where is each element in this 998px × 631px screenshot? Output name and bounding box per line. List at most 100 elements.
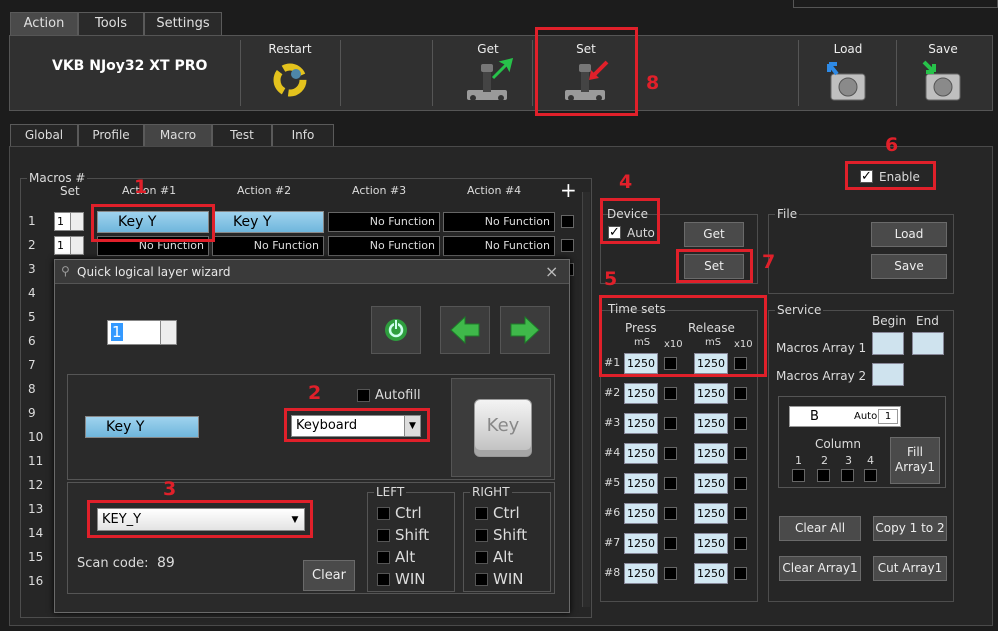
row-number: 6 bbox=[28, 334, 36, 348]
scan-code-label: Scan code: bbox=[77, 556, 149, 571]
right-shift-checkbox[interactable] bbox=[475, 529, 488, 542]
timeset-press-x10-checkbox[interactable] bbox=[664, 567, 677, 580]
timeset-release-input[interactable]: 1250 bbox=[694, 413, 728, 434]
row-number: 8 bbox=[28, 382, 36, 396]
row2-action2-cell[interactable]: No Function bbox=[212, 236, 324, 256]
array2-begin-input[interactable] bbox=[872, 363, 904, 386]
timeset-press-input[interactable]: 1250 bbox=[624, 383, 658, 404]
wizard-clear-button[interactable]: Clear bbox=[303, 560, 355, 591]
timeset-release-x10-checkbox[interactable] bbox=[734, 537, 747, 550]
array1-begin-input[interactable] bbox=[872, 332, 904, 355]
left-win-checkbox[interactable] bbox=[377, 573, 390, 586]
get-button[interactable]: Get bbox=[440, 36, 536, 112]
timeset-release-x10-checkbox[interactable] bbox=[734, 417, 747, 430]
row1-checkbox[interactable] bbox=[561, 215, 574, 228]
copy-1-to-2-button[interactable]: Copy 1 to 2 bbox=[873, 516, 947, 541]
macros-array1-label: Macros Array 1 bbox=[776, 341, 867, 355]
timeset-release-input[interactable]: 1250 bbox=[694, 563, 728, 584]
subtab-global[interactable]: Global bbox=[10, 124, 78, 146]
row2-checkbox[interactable] bbox=[561, 239, 574, 252]
macros-group-title: Macros # bbox=[27, 171, 88, 185]
col-action4-header: Action #4 bbox=[467, 184, 522, 197]
timeset-release-x10-checkbox[interactable] bbox=[734, 447, 747, 460]
timeset-press-x10-checkbox[interactable] bbox=[664, 507, 677, 520]
timeset-press-input[interactable]: 1250 bbox=[624, 443, 658, 464]
column-4-checkbox[interactable] bbox=[864, 469, 877, 482]
row2-action3-cell[interactable]: No Function bbox=[328, 236, 440, 256]
tab-action[interactable]: Action bbox=[10, 12, 78, 36]
timeset-press-x10-checkbox[interactable] bbox=[664, 447, 677, 460]
timeset-press-input[interactable]: 1250 bbox=[624, 473, 658, 494]
load-button[interactable]: Load bbox=[804, 36, 892, 112]
row2-set-spinner[interactable]: 1 bbox=[54, 236, 84, 255]
tab-settings[interactable]: Settings bbox=[144, 12, 222, 36]
timeset-press-x10-checkbox[interactable] bbox=[664, 417, 677, 430]
wizard-next-button[interactable] bbox=[500, 306, 550, 354]
autofill-checkbox[interactable] bbox=[357, 389, 370, 402]
timeset-press-input[interactable]: 1250 bbox=[624, 563, 658, 584]
arrow-left-icon bbox=[450, 315, 480, 345]
clear-array1-button[interactable]: Clear Array1 bbox=[779, 556, 861, 581]
tab-tools[interactable]: Tools bbox=[78, 12, 144, 36]
row-number: 16 bbox=[28, 574, 44, 588]
timeset-release-input[interactable]: 1250 bbox=[694, 443, 728, 464]
fill-auto-num[interactable]: 1 bbox=[878, 409, 898, 424]
timeset-release-x10-checkbox[interactable] bbox=[734, 507, 747, 520]
row1-action4-cell[interactable]: No Function bbox=[443, 212, 555, 232]
timeset-release-x10-checkbox[interactable] bbox=[734, 477, 747, 490]
left-alt-checkbox[interactable] bbox=[377, 551, 390, 564]
row2-action4-cell[interactable]: No Function bbox=[443, 236, 555, 256]
right-win-checkbox[interactable] bbox=[475, 573, 488, 586]
wizard-prev-button[interactable] bbox=[440, 306, 490, 354]
column-1-checkbox[interactable] bbox=[792, 469, 805, 482]
left-ctrl-checkbox[interactable] bbox=[377, 507, 390, 520]
timeset-release-input[interactable]: 1250 bbox=[694, 383, 728, 404]
timeset-press-x10-checkbox[interactable] bbox=[664, 477, 677, 490]
row1-action2-cell[interactable]: Key Y bbox=[212, 211, 324, 233]
clear-all-button[interactable]: Clear All bbox=[779, 516, 861, 541]
spinner-arrows[interactable] bbox=[160, 321, 176, 344]
right-alt-checkbox[interactable] bbox=[475, 551, 488, 564]
fill-key-field[interactable]: B Auto 1 bbox=[789, 406, 901, 427]
macros-scrollbar[interactable] bbox=[582, 192, 590, 607]
timeset-press-input[interactable]: 1250 bbox=[624, 533, 658, 554]
right-ctrl-checkbox[interactable] bbox=[475, 507, 488, 520]
add-macro-icon[interactable]: + bbox=[560, 178, 577, 202]
col-action1-header: Action #1 bbox=[122, 184, 177, 197]
file-save-button[interactable]: Save bbox=[871, 254, 947, 279]
left-shift-checkbox[interactable] bbox=[377, 529, 390, 542]
timeset-press-x10-checkbox[interactable] bbox=[664, 387, 677, 400]
save-label: Save bbox=[928, 42, 958, 56]
timeset-press-input[interactable]: 1250 bbox=[624, 413, 658, 434]
wizard-close-icon[interactable]: × bbox=[545, 262, 558, 281]
subtab-info[interactable]: Info bbox=[272, 124, 334, 146]
column-2-checkbox[interactable] bbox=[817, 469, 830, 482]
timeset-release-input[interactable]: 1250 bbox=[694, 473, 728, 494]
wizard-refresh-button[interactable] bbox=[371, 306, 421, 354]
annotation-box-8 bbox=[535, 27, 638, 116]
timeset-release-input[interactable]: 1250 bbox=[694, 533, 728, 554]
cut-array1-button[interactable]: Cut Array1 bbox=[873, 556, 947, 581]
fill-array-button[interactable]: Fill Array1 bbox=[890, 437, 940, 484]
device-get-button[interactable]: Get bbox=[684, 222, 744, 247]
subtab-test[interactable]: Test bbox=[212, 124, 272, 146]
refresh-icon bbox=[385, 319, 407, 341]
file-load-button[interactable]: Load bbox=[871, 222, 947, 247]
wizard-layer-spinner[interactable]: 1 bbox=[107, 320, 177, 345]
joystick-get-icon bbox=[467, 57, 514, 101]
restart-button[interactable]: Restart bbox=[248, 36, 332, 112]
timeset-release-input[interactable]: 1250 bbox=[694, 503, 728, 524]
left-shift-label: Shift bbox=[395, 526, 430, 544]
timeset-press-x10-checkbox[interactable] bbox=[664, 537, 677, 550]
left-ctrl-label: Ctrl bbox=[395, 504, 422, 522]
row1-action3-cell[interactable]: No Function bbox=[328, 212, 440, 232]
timeset-press-input[interactable]: 1250 bbox=[624, 503, 658, 524]
save-button[interactable]: Save bbox=[900, 36, 986, 112]
timeset-release-x10-checkbox[interactable] bbox=[734, 387, 747, 400]
subtab-profile[interactable]: Profile bbox=[78, 124, 144, 146]
row1-set-spinner[interactable]: 1 bbox=[54, 212, 84, 231]
column-3-checkbox[interactable] bbox=[841, 469, 854, 482]
array1-end-input[interactable] bbox=[912, 332, 944, 355]
timeset-release-x10-checkbox[interactable] bbox=[734, 567, 747, 580]
subtab-macro[interactable]: Macro bbox=[144, 124, 212, 146]
